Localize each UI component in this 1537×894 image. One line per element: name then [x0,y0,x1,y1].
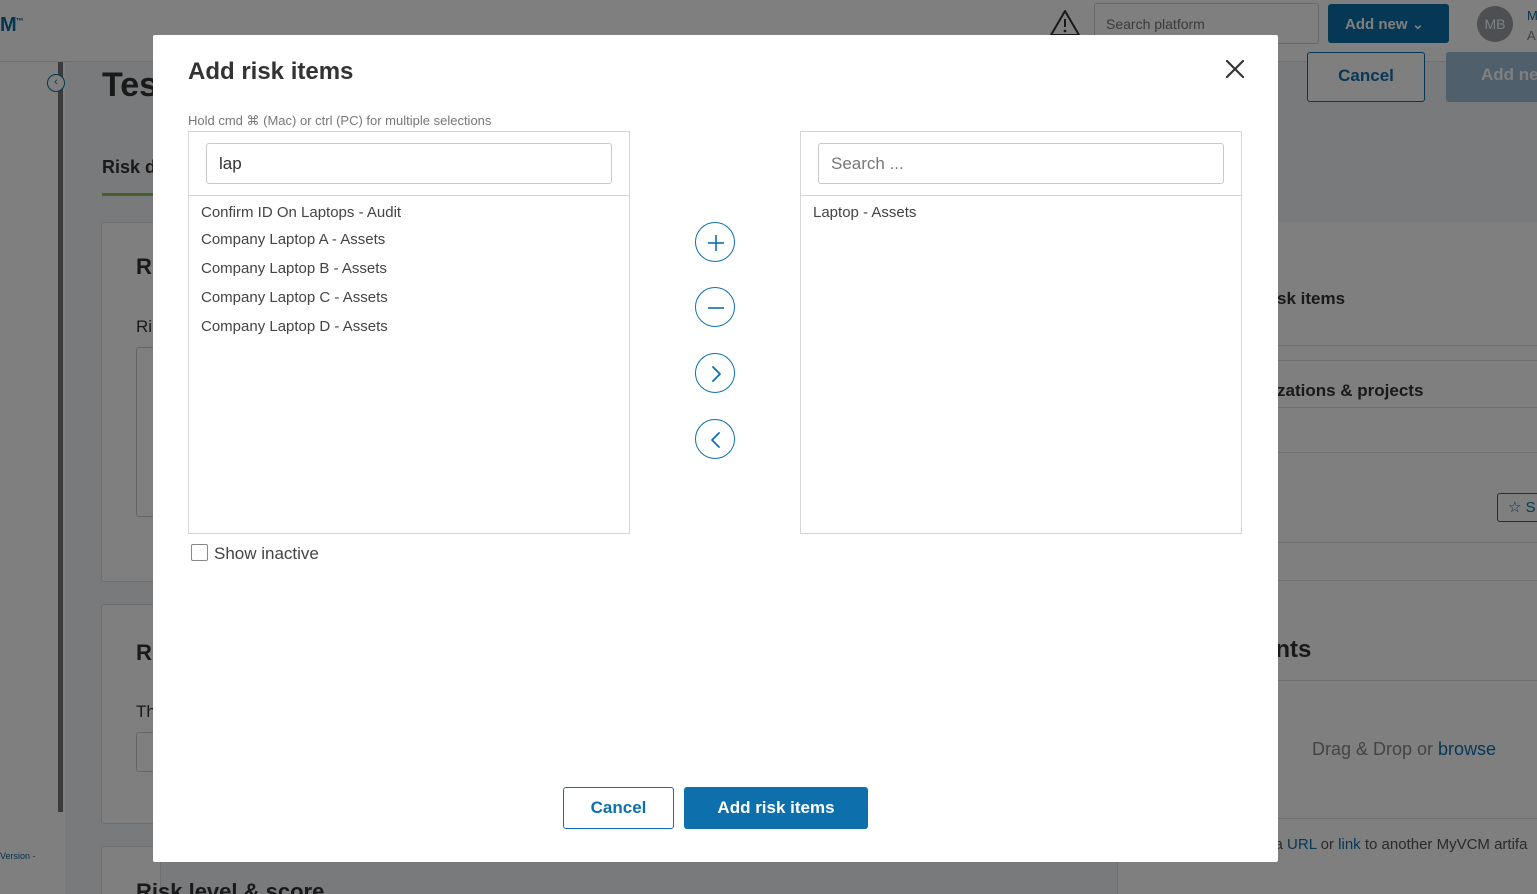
available-search-input[interactable] [206,143,612,184]
cancel-button[interactable]: Cancel [563,787,674,829]
list-search-header [801,132,1241,196]
chevron-right-icon [712,366,721,382]
available-items-list: Confirm ID On Laptops - Audit Company La… [188,131,630,534]
move-right-button[interactable] [695,353,735,393]
list-item[interactable]: Company Laptop A - Assets [189,225,629,254]
list-search-header [189,132,629,196]
list-item[interactable]: Company Laptop C - Assets [189,283,629,312]
dialog-title: Add risk items [188,58,354,85]
chevron-left-icon [711,432,720,448]
list-item[interactable]: Company Laptop D - Assets [189,312,629,341]
minus-icon [708,307,724,309]
available-items: Confirm ID On Laptops - Audit Company La… [189,198,629,341]
list-item[interactable]: Confirm ID On Laptops - Audit [189,198,629,225]
plus-icon [708,235,724,251]
add-selected-button[interactable] [695,222,735,262]
selected-search-input[interactable] [818,143,1224,184]
move-left-button[interactable] [695,419,735,459]
multi-select-hint: Hold cmd ⌘ (Mac) or ctrl (PC) for multip… [188,113,492,128]
add-risk-items-dialog: Add risk items Hold cmd ⌘ (Mac) or ctrl … [153,35,1278,862]
selected-items: Laptop - Assets [801,198,1241,225]
list-item[interactable]: Company Laptop B - Assets [189,254,629,283]
show-inactive-label[interactable]: Show inactive [214,544,319,564]
selected-items-list: Laptop - Assets [800,131,1242,534]
close-icon[interactable] [1223,57,1247,81]
add-risk-items-button[interactable]: Add risk items [684,787,868,829]
show-inactive-checkbox[interactable] [191,544,208,561]
list-item[interactable]: Laptop - Assets [801,198,1241,225]
remove-selected-button[interactable] [695,287,735,327]
